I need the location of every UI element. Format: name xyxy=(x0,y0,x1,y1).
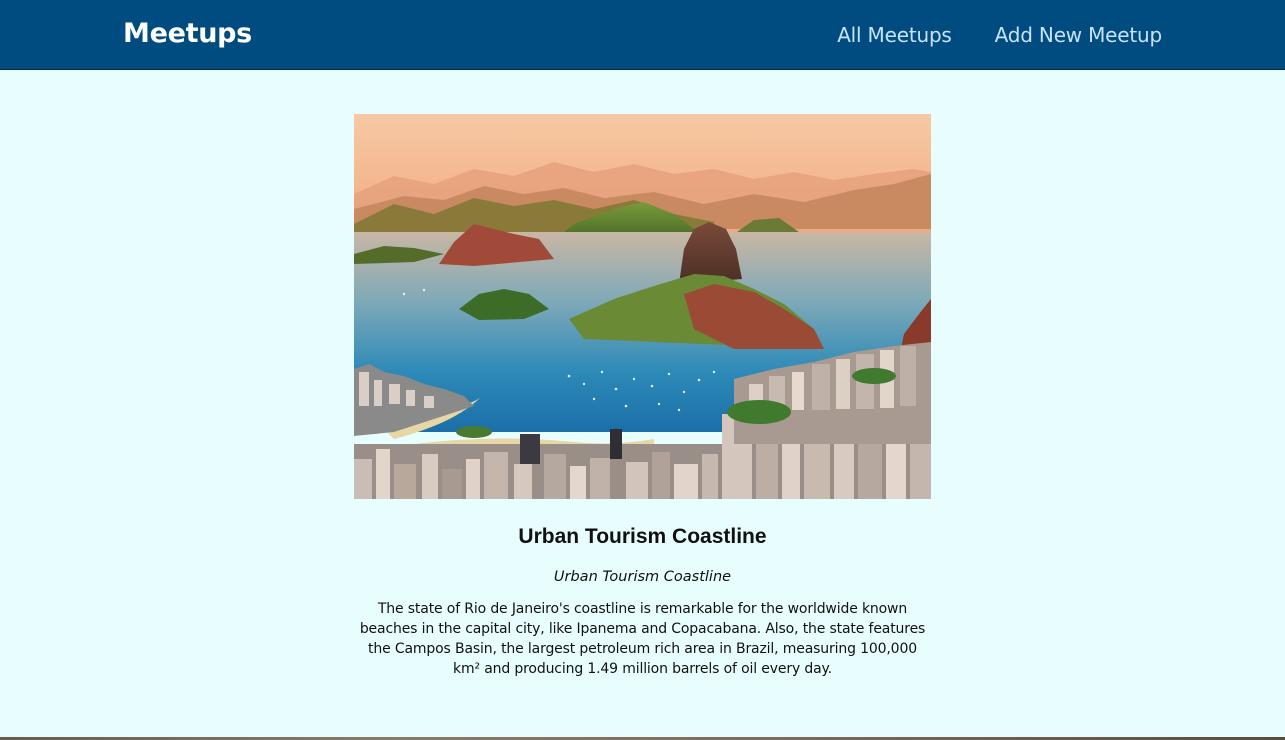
meetup-description: The state of Rio de Janeiro's coastline … xyxy=(359,601,926,677)
nav-link-all-meetups[interactable]: All Meetups xyxy=(837,21,952,49)
meetup-address: Urban Tourism Coastline xyxy=(553,569,732,585)
coastline-photo xyxy=(354,114,931,499)
meetup-image xyxy=(354,114,931,499)
meetup-title: Urban Tourism Coastline xyxy=(518,525,767,548)
nav-link-add-new-meetup[interactable]: Add New Meetup xyxy=(995,21,1163,49)
main-navigation: All Meetups Add New Meetup xyxy=(837,21,1162,49)
main-header: Meetups All Meetups Add New Meetup xyxy=(0,0,1285,70)
meetup-detail: Urban Tourism Coastline Urban Tourism Co… xyxy=(354,114,931,679)
site-logo: Meetups xyxy=(123,18,252,49)
